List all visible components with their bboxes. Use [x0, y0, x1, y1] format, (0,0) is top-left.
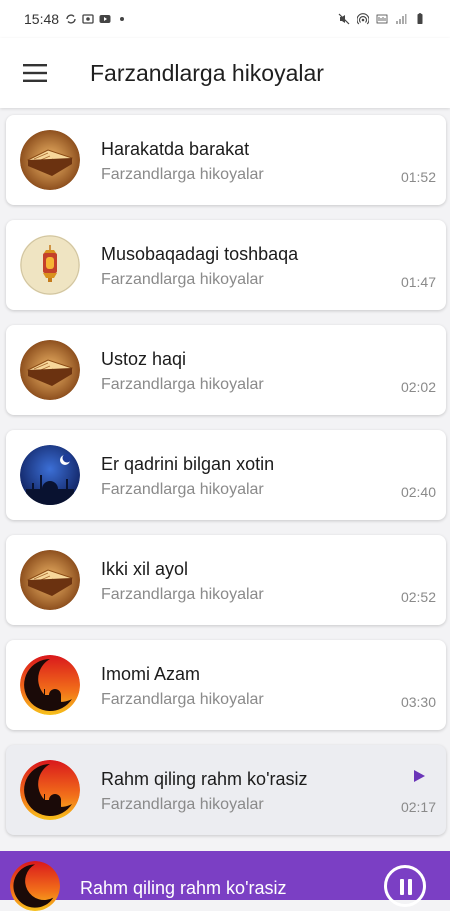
track-subtitle: Farzandlarga hikoyalar	[101, 376, 264, 393]
mini-player[interactable]: Rahm qiling rahm ko'rasiz	[0, 851, 450, 911]
track-subtitle: Farzandlarga hikoyalar	[101, 166, 264, 183]
track-duration: 03:30	[400, 694, 436, 710]
track-card[interactable]: Er qadrini bilgan xotin Farzandlarga hik…	[6, 430, 446, 520]
sync-icon	[66, 14, 76, 24]
track-subtitle: Farzandlarga hikoyalar	[101, 691, 264, 708]
lte-icon	[376, 14, 388, 24]
track-avatar	[20, 550, 80, 610]
pause-icon-bar-left	[400, 879, 404, 895]
book-icon	[20, 130, 80, 190]
track-title: Musobaqadagi toshbaqa	[101, 244, 299, 264]
track-duration: 01:47	[400, 274, 436, 290]
app-bar: Farzandlarga hikoyalar	[0, 38, 450, 108]
track-title: Ikki xil ayol	[101, 559, 189, 579]
battery-icon	[417, 13, 423, 24]
page-title: Farzandlarga hikoyalar	[90, 59, 324, 86]
track-avatar	[20, 235, 80, 295]
track-card[interactable]: Imomi Azam Farzandlarga hikoyalar 03:30	[6, 640, 446, 730]
track-title: Imomi Azam	[101, 664, 201, 684]
track-title: Er qadrini bilgan xotin	[101, 454, 275, 474]
player-title: Rahm qiling rahm ko'rasiz	[80, 878, 287, 898]
track-duration: 02:17	[400, 799, 436, 815]
track-card[interactable]: Harakatda barakat Farzandlarga hikoyalar…	[6, 115, 446, 205]
youtube-icon	[99, 15, 111, 23]
track-duration: 01:52	[400, 169, 436, 185]
track-duration: 02:02	[400, 379, 436, 395]
track-card[interactable]: Musobaqadagi toshbaqa Farzandlarga hikoy…	[6, 220, 446, 310]
track-title: Ustoz haqi	[101, 349, 187, 369]
track-subtitle: Farzandlarga hikoyalar	[101, 271, 264, 288]
book-icon	[20, 550, 80, 610]
hamburger-icon	[23, 64, 47, 82]
mosque-sunset-icon	[20, 655, 80, 715]
track-subtitle: Farzandlarga hikoyalar	[101, 586, 264, 603]
status-system-icons	[338, 13, 426, 25]
signal-icon	[396, 14, 407, 24]
mosque-sunset-icon	[20, 760, 80, 820]
mute-icon	[338, 13, 350, 25]
mosque-sunset-icon	[10, 861, 60, 911]
lantern-icon	[20, 235, 80, 295]
pause-icon-bar-right	[408, 879, 412, 895]
status-time: 15:48	[24, 11, 60, 27]
track-avatar	[20, 340, 80, 400]
menu-button[interactable]	[0, 38, 70, 108]
track-subtitle: Farzandlarga hikoyalar	[101, 481, 264, 498]
status-notification-icons	[65, 13, 128, 25]
photo-icon	[82, 14, 94, 24]
track-subtitle: Farzandlarga hikoyalar	[101, 796, 264, 813]
track-card-active[interactable]: Rahm qiling rahm ko'rasiz Farzandlarga h…	[6, 745, 446, 835]
track-duration: 02:52	[400, 589, 436, 605]
track-card[interactable]: Ustoz haqi Farzandlarga hikoyalar 02:02	[6, 325, 446, 415]
track-title: Harakatda barakat	[101, 139, 250, 159]
dot-icon	[120, 17, 125, 21]
track-avatar	[20, 130, 80, 190]
play-indicator-icon	[414, 770, 425, 782]
track-title: Rahm qiling rahm ko'rasiz	[101, 769, 308, 789]
track-avatar	[20, 760, 80, 820]
book-icon	[20, 340, 80, 400]
status-bar: 15:48	[0, 0, 450, 38]
track-card[interactable]: Ikki xil ayol Farzandlarga hikoyalar 02:…	[6, 535, 446, 625]
player-avatar	[10, 861, 60, 911]
track-duration: 02:40	[400, 484, 436, 500]
track-avatar	[20, 655, 80, 715]
pause-button[interactable]	[384, 865, 426, 907]
track-avatar	[20, 445, 80, 505]
hotspot-icon	[357, 13, 369, 25]
mosque-night-icon	[20, 445, 80, 505]
